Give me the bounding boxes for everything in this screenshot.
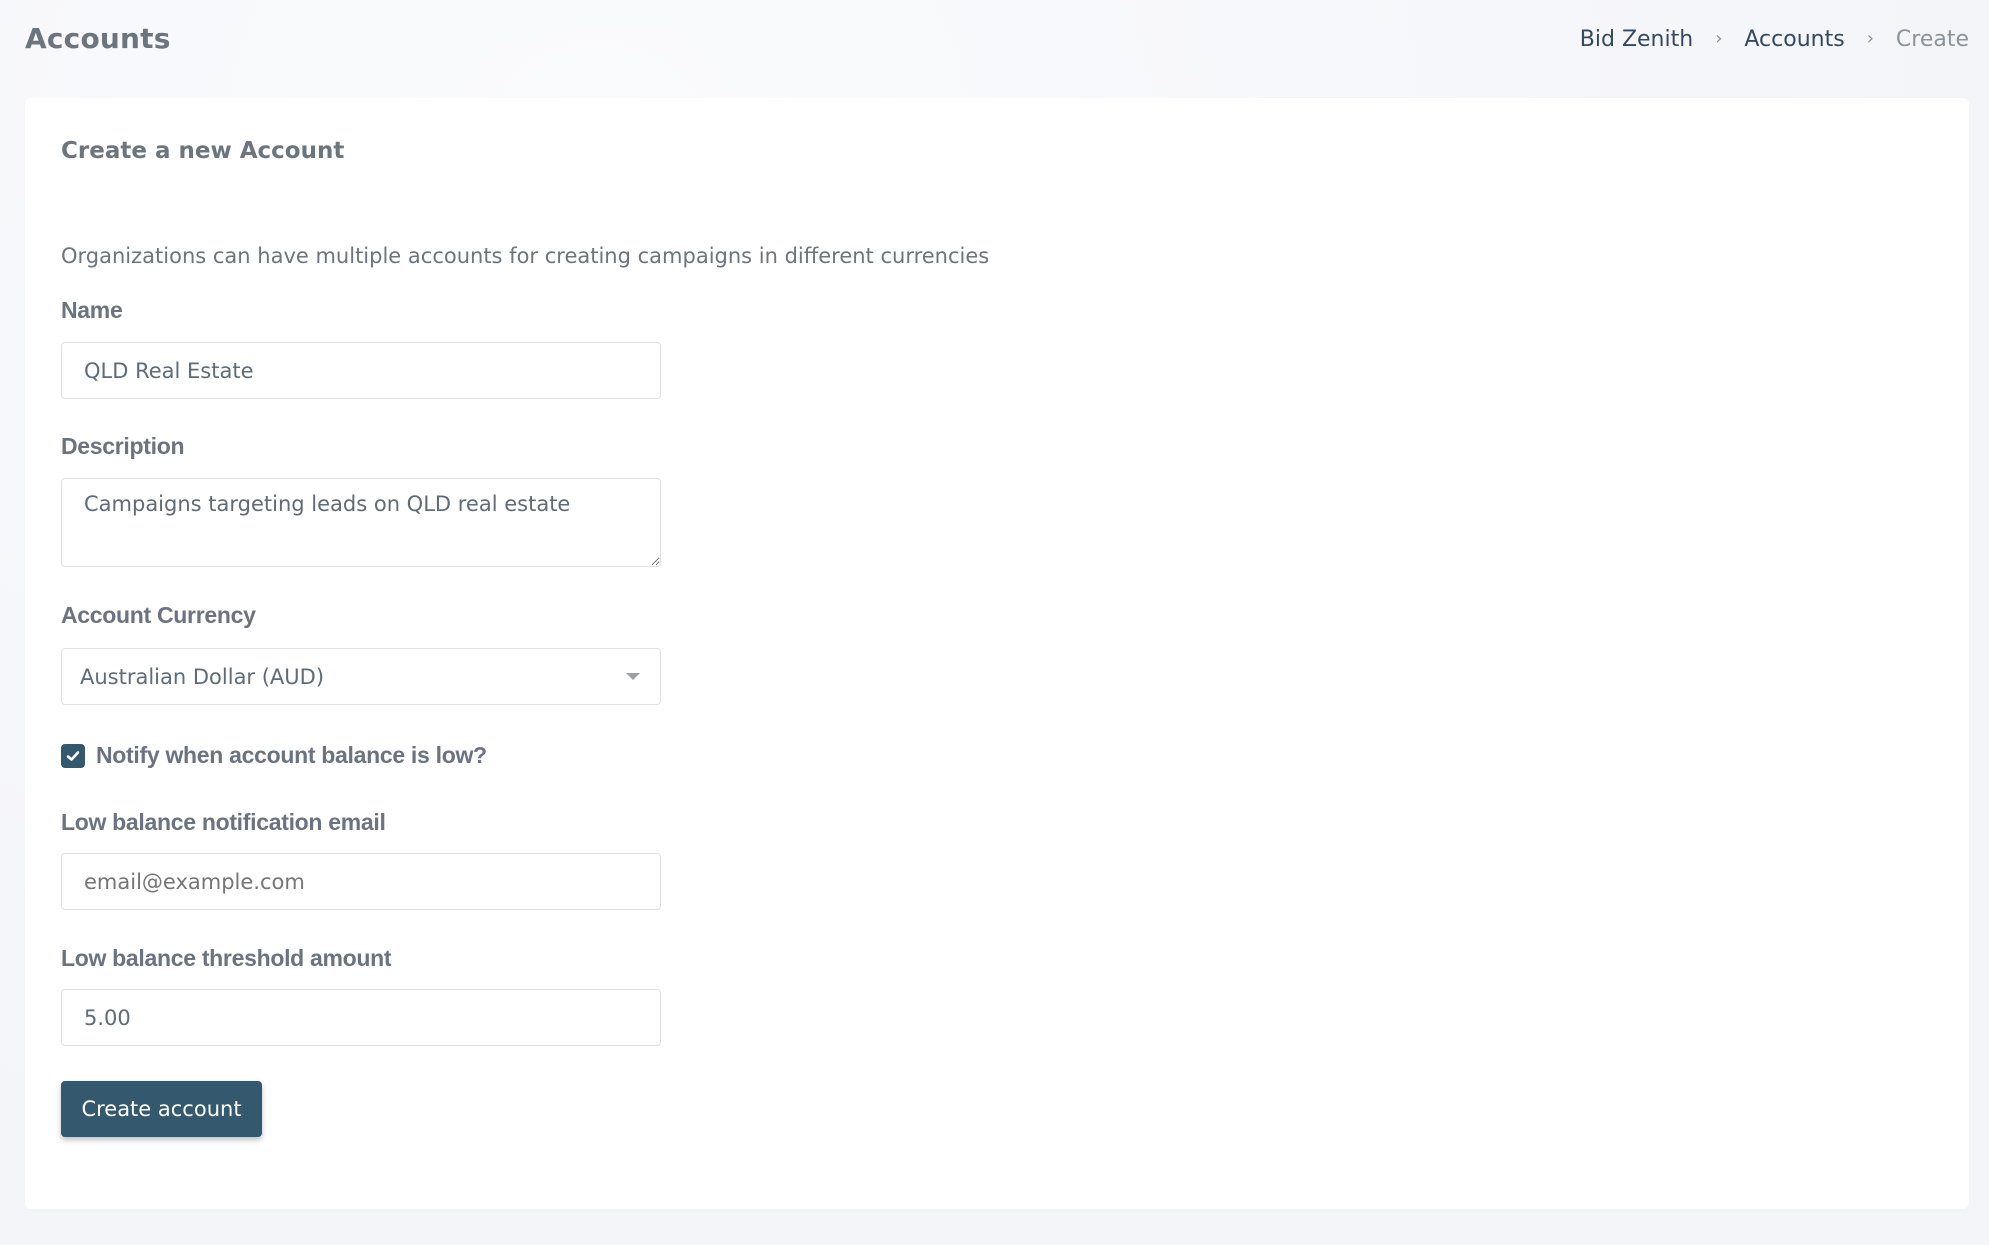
email-label: Low balance notification email (61, 809, 386, 835)
notify-checkbox[interactable] (61, 743, 85, 768)
check-icon (66, 750, 80, 761)
breadcrumb: Bid Zenith › Accounts › Create (1580, 27, 1969, 52)
notify-checkbox-label: Notify when account balance is low? (96, 742, 487, 768)
threshold-label: Low balance threshold amount (61, 945, 392, 971)
intro-text: Organizations can have multiple accounts… (61, 244, 990, 268)
breadcrumb-item-bid-zenith[interactable]: Bid Zenith (1580, 27, 1693, 52)
email-input[interactable] (61, 853, 661, 910)
currency-selected-value: Australian Dollar (AUD) (80, 664, 325, 689)
card-title: Create a new Account (61, 138, 345, 164)
create-account-card: Create a new Account Organizations can h… (25, 98, 1969, 1209)
notify-checkbox-row[interactable]: Notify when account balance is low? (61, 742, 487, 769)
chevron-right-icon: › (1715, 28, 1723, 49)
chevron-right-icon: › (1866, 28, 1874, 49)
currency-label: Account Currency (61, 602, 256, 628)
description-label: Description (61, 433, 185, 459)
threshold-input[interactable] (61, 989, 661, 1046)
breadcrumb-item-accounts[interactable]: Accounts (1744, 27, 1844, 52)
caret-down-icon (626, 673, 640, 680)
description-textarea[interactable]: Campaigns targeting leads on QLD real es… (61, 478, 661, 567)
create-account-button[interactable]: Create account (61, 1081, 262, 1137)
page-title: Accounts (25, 22, 171, 55)
currency-select[interactable]: Australian Dollar (AUD) (61, 648, 661, 705)
breadcrumb-item-create: Create (1895, 27, 1969, 52)
name-label: Name (61, 297, 123, 323)
name-input[interactable] (61, 342, 661, 399)
